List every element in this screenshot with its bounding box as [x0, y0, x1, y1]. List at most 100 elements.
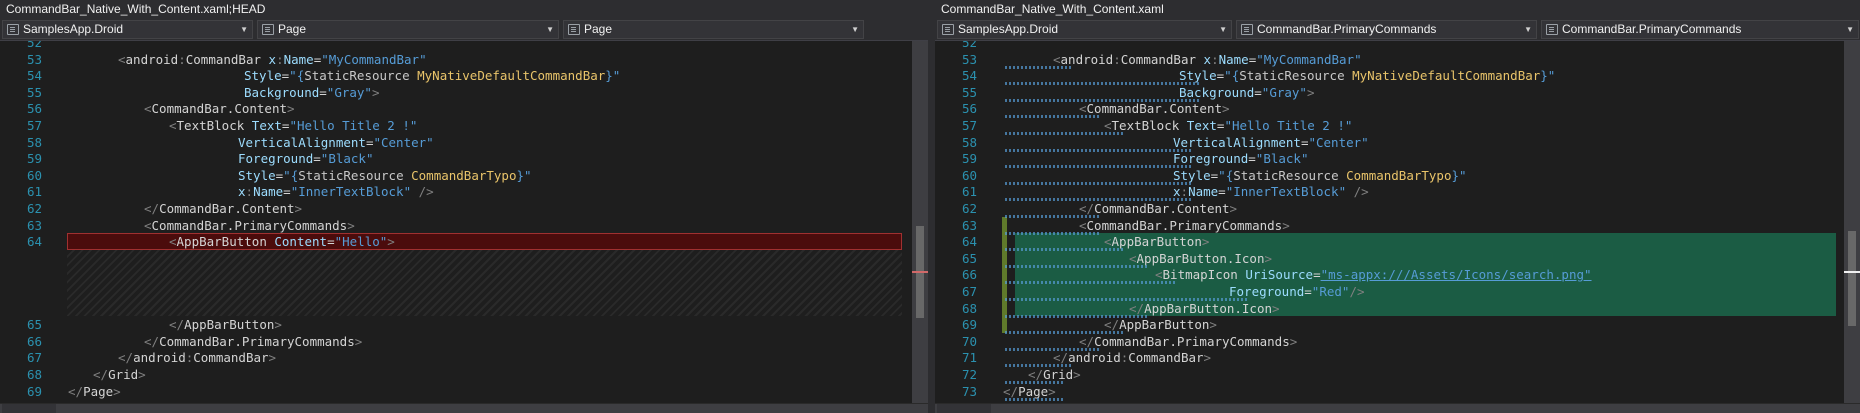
line-number: 62: [961, 201, 977, 216]
right-diff-pane: CommandBar_Native_With_Content.xaml Samp…: [935, 0, 1860, 413]
right-type-label: CommandBar.PrimaryCommands: [1257, 22, 1437, 36]
code-text: </android:CommandBar>: [1053, 349, 1211, 366]
code-token: =: [1248, 151, 1256, 167]
line-number: 66: [26, 333, 42, 349]
line-number: 58: [26, 134, 42, 150]
code-token: CommandBar.PrimaryCommands: [1086, 217, 1283, 233]
code-token: Name: [283, 51, 314, 67]
code-token: }": [516, 167, 532, 183]
line-number: 72: [961, 367, 977, 382]
code-token: CommandBar: [1128, 350, 1204, 366]
code-line: 64 <AppBarButton Content="Hello">: [0, 233, 906, 250]
code-token: Text: [251, 118, 282, 133]
left-member-label: Page: [584, 22, 613, 36]
code-token: =: [1254, 84, 1262, 100]
line-number: 73: [961, 383, 977, 399]
left-project-dropdown[interactable]: SamplesApp.Droid ▼: [2, 20, 253, 39]
line-number: 59: [961, 151, 977, 167]
code-token: }": [1451, 167, 1467, 183]
right-project-label: SamplesApp.Droid: [958, 22, 1059, 36]
code-line: 55 Background="Gray">: [0, 84, 906, 101]
code-line: 54 Style="{StaticResource MyNativeDefault…: [0, 67, 906, 84]
member-icon: [568, 24, 580, 35]
right-scroll-thumb[interactable]: [1848, 231, 1856, 326]
code-token: CommandBarTypo: [1346, 167, 1452, 183]
code-token: Style: [238, 167, 276, 183]
member-icon: [1546, 24, 1558, 35]
code-token: "MyCommandBar": [1256, 51, 1362, 67]
code-token: "Center": [373, 134, 434, 150]
code-line: 58 VerticalAlignment="Center": [0, 134, 906, 151]
right-member-dropdown[interactable]: CommandBar.PrimaryCommands ▼: [1541, 20, 1859, 39]
code-token: :: [245, 184, 254, 200]
code-text: </CommandBar.Content>: [1079, 200, 1237, 217]
code-token: =: [319, 84, 327, 100]
code-text: <android:CommandBar x:Name="MyCommandBar…: [1053, 51, 1362, 68]
code-token: StaticResource: [304, 68, 418, 84]
right-zoom-control[interactable]: [937, 404, 991, 413]
code-token: Text: [1186, 118, 1217, 133]
code-line: 61 x:Name="InnerTextBlock" />: [0, 183, 906, 200]
code-token: VerticalAlignment: [238, 134, 366, 150]
code-token: </: [1003, 383, 1019, 399]
left-type-label: Page: [278, 22, 307, 36]
code-token: StaticResource: [1239, 68, 1353, 84]
left-code-editor[interactable]: 52 53 <android:CommandBar x:Name="MyComman…: [0, 41, 906, 404]
code-token: MyNativeDefaultCommandBar: [1352, 68, 1541, 84]
left-member-dropdown[interactable]: Page ▼: [563, 20, 864, 39]
code-text: Style="{StaticResource CommandBarTypo}": [1173, 167, 1467, 184]
code-text: <TextBlock Text="Hello Title 2 !": [1104, 117, 1352, 134]
code-token: :: [178, 51, 186, 67]
code-token: >: [274, 317, 282, 333]
code-token: </: [1053, 350, 1069, 366]
code-text: <CommandBar.Content>: [144, 100, 295, 117]
line-number: 57: [26, 118, 42, 133]
code-token: AppBarButton.Icon: [1144, 300, 1272, 316]
code-token: Content: [274, 234, 328, 250]
code-token: android: [1060, 51, 1114, 67]
code-token: x: [1173, 184, 1181, 200]
code-token: </: [1104, 317, 1120, 333]
code-token: "Hello Title 2 !": [1224, 118, 1353, 133]
right-horizontal-scrollbar[interactable]: [935, 403, 1860, 413]
line-number: 53: [26, 51, 42, 67]
right-type-dropdown[interactable]: CommandBar.PrimaryCommands ▼: [1236, 20, 1537, 39]
left-type-dropdown[interactable]: Page ▼: [257, 20, 559, 39]
left-navigation-bar: SamplesApp.Droid ▼ Page ▼ Page ▼: [0, 19, 928, 41]
code-line: 60 Style="{StaticResource CommandBarTypo}…: [0, 167, 906, 184]
code-token: StaticResource: [298, 167, 412, 183]
code-token: AppBarButton: [184, 317, 275, 333]
code-token: Background: [1179, 84, 1255, 100]
code-token: Page: [83, 383, 114, 399]
code-text: </Grid>: [93, 366, 146, 383]
code-token: </: [68, 383, 84, 399]
code-token: Name: [1218, 51, 1249, 67]
code-token: <: [1129, 250, 1137, 266]
right-project-dropdown[interactable]: SamplesApp.Droid ▼: [937, 20, 1232, 39]
code-token: CommandBar.PrimaryCommands: [1094, 333, 1290, 349]
line-number: 54: [961, 68, 977, 84]
line-number: 53: [961, 51, 977, 67]
code-token: >: [1282, 217, 1290, 233]
code-token: "{: [1224, 68, 1240, 84]
code-token: </: [118, 350, 134, 366]
right-code-editor[interactable]: 52 53 <android:CommandBar x:Name="MyComman…: [935, 41, 1838, 404]
code-token: :: [1211, 51, 1219, 67]
code-token: AppBarButton: [1111, 234, 1202, 250]
code-text: x:Name="InnerTextBlock" />: [238, 183, 434, 200]
line-number: 64: [961, 234, 977, 250]
code-token: Foreground: [238, 151, 314, 167]
left-zoom-control[interactable]: [2, 404, 56, 413]
code-token: >: [268, 350, 277, 366]
code-token: "InnerTextBlock": [290, 184, 412, 200]
line-number: 65: [961, 250, 977, 266]
code-text: <AppBarButton Content="Hello">: [169, 233, 395, 250]
diff-splitter[interactable]: [928, 0, 935, 413]
code-token: >: [294, 201, 303, 216]
left-horizontal-scrollbar[interactable]: [0, 403, 928, 413]
left-vertical-scrollbar[interactable]: [912, 41, 928, 404]
code-line: 57 <TextBlock Text="Hello Title 2 !": [0, 117, 906, 134]
right-vertical-scrollbar[interactable]: [1844, 41, 1860, 404]
line-number: 67: [26, 350, 42, 366]
